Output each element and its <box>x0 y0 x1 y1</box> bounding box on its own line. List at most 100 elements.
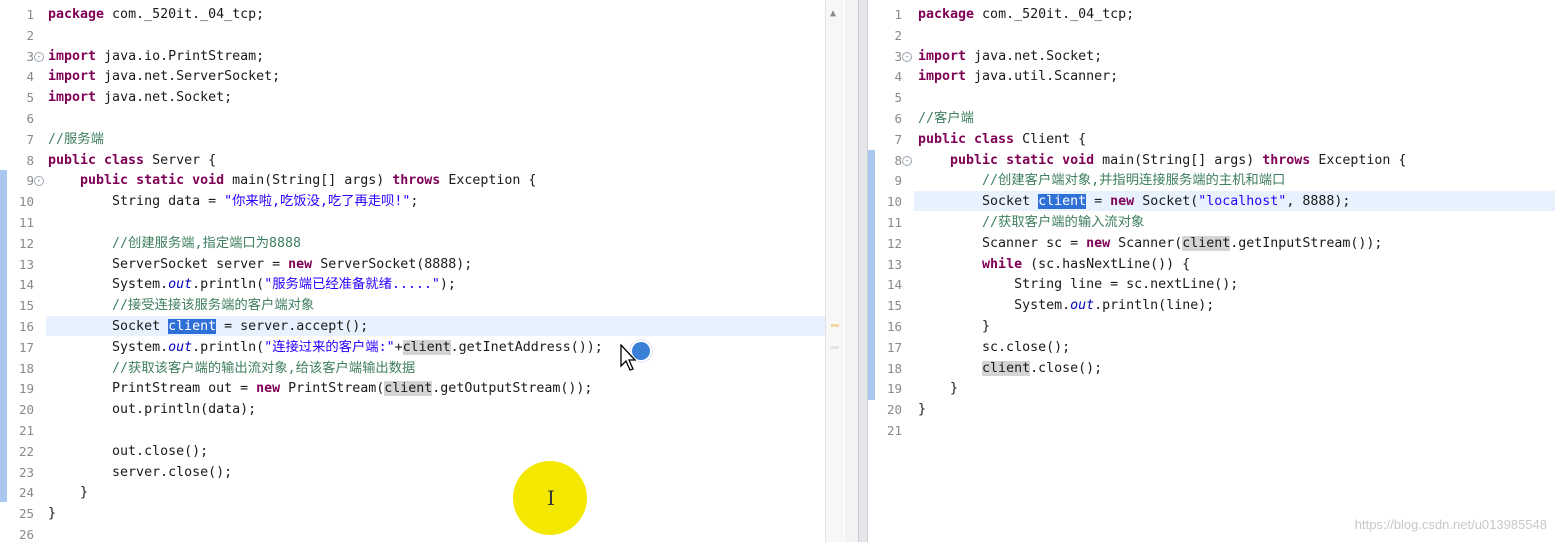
line-number: 21 <box>886 423 902 438</box>
line-number: 6 <box>26 111 34 126</box>
line-number: 23 <box>18 464 34 480</box>
code-token: Socket <box>918 194 1039 210</box>
code-text: import java.net.Socket; <box>48 88 232 108</box>
line-number: 17 <box>886 339 902 355</box>
code-text: Socket client = new Socket("localhost", … <box>918 192 1350 212</box>
overview-ruler-mark[interactable] <box>831 346 839 349</box>
code-token: ; <box>410 194 419 210</box>
line-number: 1 <box>26 7 34 22</box>
code-line: 23 server.close(); <box>0 463 845 483</box>
code-text: server.close(); <box>48 463 232 483</box>
line-number: 5 <box>26 90 34 106</box>
line-number: 5 <box>894 90 902 106</box>
code-text: import java.util.Scanner; <box>918 67 1118 87</box>
code-text: //获取客户端的输入流对象 <box>918 213 1144 233</box>
code-token: System. <box>48 277 169 293</box>
code-line: 19 } <box>868 379 1555 399</box>
code-token: out <box>1070 298 1095 314</box>
code-line: 18 //获取该客户端的输出流对象,给该客户端输出数据 <box>0 359 845 379</box>
line-number: 10 <box>18 194 34 210</box>
code-line: 19 PrintStream out = new PrintStream(cli… <box>0 379 845 399</box>
code-text: Socket client = server.accept(); <box>48 317 368 337</box>
code-text: package com._520it._04_tcp; <box>48 5 264 25</box>
code-text: System.out.println("服务端已经准备就绪....."); <box>48 275 456 295</box>
code-line: 2 <box>0 26 845 46</box>
code-token: } <box>918 319 991 334</box>
code-token: System. <box>918 298 1071 314</box>
code-token: throws <box>392 173 441 189</box>
code-line: 5 import java.net.Socket; <box>0 88 845 108</box>
code-token: com._520it._04_tcp; <box>104 7 265 22</box>
code-token: "连接过来的客户端:" <box>264 339 395 355</box>
code-token: //客户端 <box>918 111 974 126</box>
code-text: String line = sc.nextLine(); <box>918 275 1238 295</box>
code-token: ServerSocket server = <box>48 256 289 272</box>
code-token: out.close(); <box>48 443 209 459</box>
code-token: main(String[] args) <box>1094 152 1263 168</box>
code-token: java.net.Socket; <box>966 48 1103 64</box>
code-line: 11 <box>0 213 845 233</box>
code-token: .println( <box>192 277 265 293</box>
code-token: "localhost" <box>1198 194 1287 210</box>
code-line: 4 import java.net.ServerSocket; <box>0 67 845 87</box>
code-token: ); <box>439 277 456 293</box>
code-token: Exception { <box>1310 152 1407 168</box>
code-line: 8- public static void main(String[] args… <box>868 151 1555 171</box>
client-editor-pane[interactable]: 1 package com._520it._04_tcp; 2 3- import ja… <box>868 0 1555 542</box>
code-token: .getOutputStream()); <box>432 381 593 397</box>
line-number: 10 <box>886 194 902 210</box>
code-text: while (sc.hasNextLine()) { <box>918 255 1190 275</box>
fold-collapse-icon[interactable]: - <box>902 51 912 62</box>
code-token: } <box>48 506 57 522</box>
code-token: new <box>256 381 281 397</box>
code-line: 14 String line = sc.nextLine(); <box>868 275 1555 295</box>
selected-occurrence: client <box>168 319 217 334</box>
code-line: 26 <box>0 525 845 542</box>
code-token: , 8888); <box>1286 194 1351 210</box>
code-token: } <box>918 402 927 418</box>
code-token: Scanner( <box>1110 235 1183 251</box>
server-editor-scrollbar[interactable]: ▲ <box>825 0 844 542</box>
code-line: 1 package com._520it._04_tcp; <box>868 5 1555 25</box>
fold-collapse-icon[interactable]: - <box>34 51 44 62</box>
code-token: .println( <box>192 339 265 355</box>
code-token: main(String[] args) <box>224 173 393 189</box>
code-line: 4 import java.util.Scanner; <box>868 67 1555 87</box>
code-line: 2 <box>868 26 1555 46</box>
line-number: 12 <box>18 235 34 251</box>
line-number: 18 <box>18 360 34 376</box>
fold-collapse-icon[interactable]: - <box>34 176 44 187</box>
occurrence-highlight: client <box>384 381 433 397</box>
code-line: 7 public class Client { <box>868 130 1555 150</box>
code-line: 16 } <box>868 317 1555 337</box>
code-token: sc.close(); <box>918 339 1071 355</box>
line-number: 6 <box>894 111 902 126</box>
line-number: 11 <box>18 215 34 230</box>
code-token: new <box>288 256 313 272</box>
code-text: public static void main(String[] args) t… <box>918 151 1406 171</box>
occurrence-highlight: client <box>402 339 451 355</box>
code-line: 15 //接受连接该服务端的客户端对象 <box>0 296 845 316</box>
code-token: package <box>48 7 105 22</box>
code-text: sc.close(); <box>918 338 1070 358</box>
split-divider[interactable] <box>858 0 868 542</box>
code-text: System.out.println(line); <box>918 296 1214 316</box>
code-token: public class <box>918 131 1015 147</box>
code-token: package <box>918 7 975 22</box>
code-text: import java.net.Socket; <box>918 47 1102 67</box>
scroll-up-arrow-icon[interactable]: ▲ <box>830 8 836 19</box>
code-token: (sc.hasNextLine()) { <box>1022 256 1191 272</box>
overview-ruler-mark[interactable] <box>831 324 839 327</box>
code-line: 13 while (sc.hasNextLine()) { <box>868 255 1555 275</box>
line-number: 25 <box>18 506 34 522</box>
fold-collapse-icon[interactable]: - <box>902 155 912 166</box>
server-editor-pane[interactable]: 1 package com._520it._04_tcp; 2 3 - import ja… <box>0 0 845 542</box>
code-line: 9 //创建客户端对象,并指明连接服务端的主机和端口 <box>868 171 1555 191</box>
code-token: Socket( <box>1134 194 1199 210</box>
occurrence-highlight: client <box>982 360 1031 376</box>
code-token: "你来啦,吃饭没,吃了再走呗!" <box>224 194 411 210</box>
code-token: //创建客户端对象,并指明连接服务端的主机和端口 <box>918 173 1286 189</box>
